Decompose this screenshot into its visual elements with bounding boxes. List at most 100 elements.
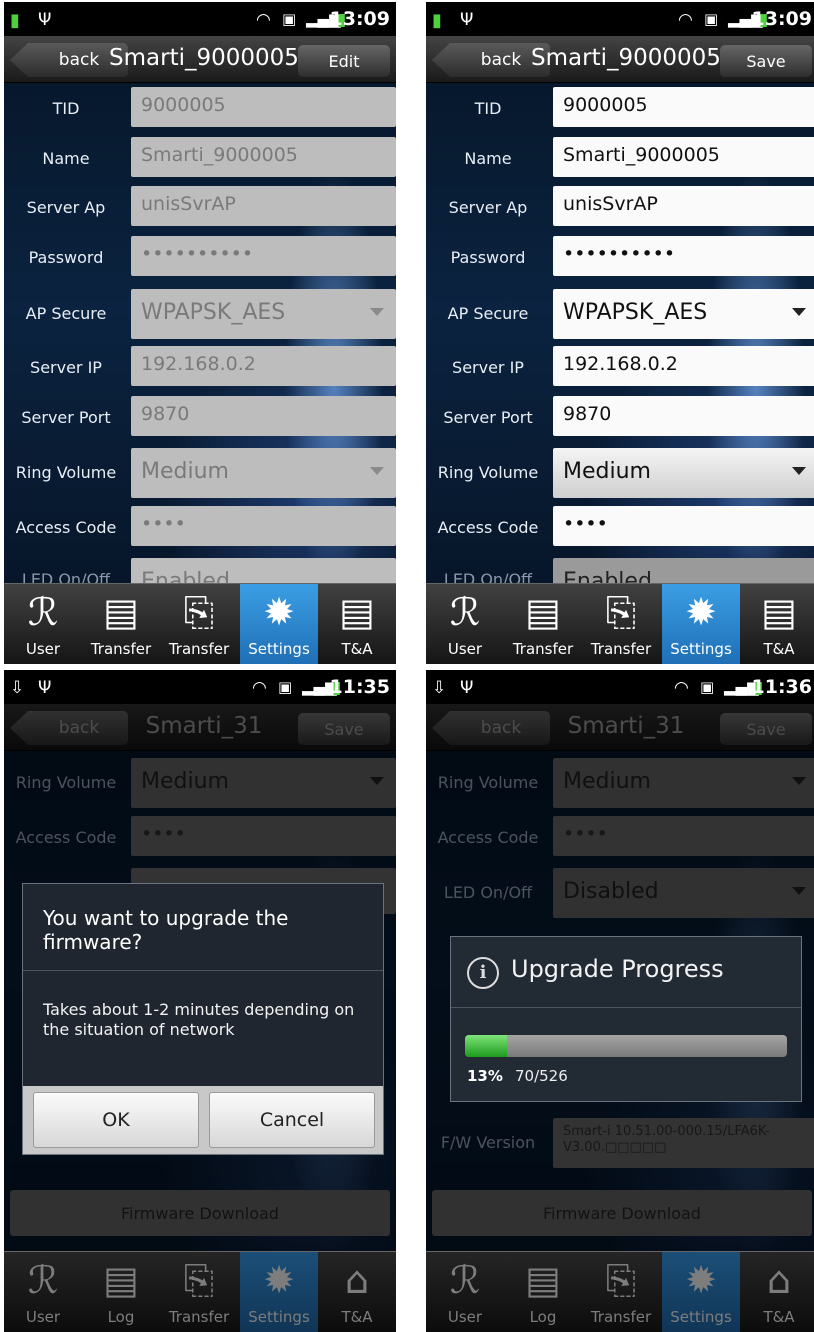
tid-field[interactable]: 9000005 <box>131 87 396 127</box>
field-label: TID <box>474 99 502 118</box>
select-value: WPAPSK_AES <box>141 300 286 325</box>
tab-label: T&A <box>341 1308 373 1326</box>
field-label: Ring Volume <box>437 463 539 482</box>
tab-log[interactable]: ▤ Log <box>82 1252 160 1332</box>
tab-transfer[interactable]: ▤ Transfer <box>82 584 160 664</box>
wifi-icon: ◠ <box>678 10 693 30</box>
field-row: Access Code •••• <box>426 506 814 550</box>
clock: 13:09 <box>751 8 812 30</box>
sim-icon: ▣ <box>278 678 293 696</box>
progress-bar-fill <box>465 1035 507 1057</box>
tab-label: Settings <box>248 1308 310 1326</box>
page-title: Smarti_9000005 <box>531 45 721 71</box>
server-ip-field[interactable]: 192.168.0.2 <box>131 346 396 386</box>
tab-user[interactable]: ℛ User <box>426 1252 504 1332</box>
select-value: WPAPSK_AES <box>563 300 708 325</box>
clock: 13:09 <box>329 8 390 30</box>
field-label: Server Port <box>21 408 111 427</box>
select-value: Medium <box>563 459 651 484</box>
tab-label: User <box>447 640 483 658</box>
tab-label: Transfer <box>90 640 152 658</box>
tab-ta[interactable]: ▤ T&A <box>740 584 814 664</box>
tab-log[interactable]: ▤ Log <box>504 1252 582 1332</box>
tab-ta[interactable]: ⌂ T&A <box>740 1252 814 1332</box>
wifi-icon: ◠ <box>674 678 689 698</box>
tab-user[interactable]: ℛ User <box>4 1252 82 1332</box>
tab-label: User <box>447 1308 483 1326</box>
password-field[interactable]: •••••••••• <box>131 236 396 276</box>
confirm-dialog: You want to upgrade the firmware? Takes … <box>22 883 384 1155</box>
usb-icon: Ψ <box>38 10 52 30</box>
tab-bar: ℛ User ▤ Transfer ⎘ Transfer ✹ Settings ▤ T&A <box>426 583 814 664</box>
edit-button[interactable]: Edit <box>298 45 390 77</box>
tab-user[interactable]: ℛ User <box>426 584 504 664</box>
house-icon: ⌂ <box>344 1258 370 1302</box>
ring-volume-select[interactable]: Medium <box>131 448 396 498</box>
tab-settings[interactable]: ✹ Settings <box>240 584 318 664</box>
password-field[interactable]: •••••••••• <box>553 236 814 276</box>
tab-label: User <box>25 1308 61 1326</box>
tab-transfer[interactable]: ⎘ Transfer <box>160 1252 238 1332</box>
field-label: TID <box>52 99 80 118</box>
page-title: Smarti_9000005 <box>109 45 299 71</box>
chevron-down-icon <box>370 308 384 316</box>
user-icon: ℛ <box>27 590 59 634</box>
access-code-field[interactable]: •••• <box>131 506 396 546</box>
field-row: Name Smarti_9000005 <box>426 137 814 181</box>
server-ap-field[interactable]: unisSvrAP <box>131 186 396 226</box>
field-row: Password •••••••••• <box>426 236 814 280</box>
cancel-button[interactable]: Cancel <box>209 1092 375 1148</box>
tab-transfer-2[interactable]: ⎘ Transfer <box>582 584 660 664</box>
house-icon: ⌂ <box>766 1258 792 1302</box>
ap-secure-select[interactable]: WPAPSK_AES <box>553 289 814 339</box>
tab-transfer-2[interactable]: ⎘ Transfer <box>160 584 238 664</box>
tab-ta[interactable]: ⌂ T&A <box>318 1252 396 1332</box>
field-label: AP Secure <box>25 304 107 323</box>
progress-dialog: i Upgrade Progress 13% 70/526 <box>450 936 802 1102</box>
document-icon: ▤ <box>761 590 797 634</box>
field-row: Password •••••••••• <box>4 236 396 280</box>
ap-secure-select[interactable]: WPAPSK_AES <box>131 289 396 339</box>
screen-upgrade-progress: ⇩ Ψ ◠ ▣ ▂▄▆ ▮ 11:36 back Smarti_31 Save … <box>426 670 814 1332</box>
folder-transfer-icon: ⎘ <box>183 1258 215 1302</box>
tab-settings[interactable]: ✹ Settings <box>662 1252 740 1332</box>
tab-settings[interactable]: ✹ Settings <box>240 1252 318 1332</box>
field-label: Name <box>42 149 90 168</box>
status-bar: ⇩ Ψ ◠ ▣ ▂▄▆ ▮ 11:35 <box>4 670 396 704</box>
field-label: Server IP <box>30 358 102 377</box>
status-bar: ⇩ Ψ ◠ ▣ ▂▄▆ ▮ 11:36 <box>426 670 814 704</box>
screen-edit-settings: ▮ Ψ ◠ ▣ ▂▄▆ ▮ 13:09 back Smarti_9000005 … <box>426 2 814 664</box>
name-field[interactable]: Smarti_9000005 <box>131 137 396 177</box>
field-row: Server IP 192.168.0.2 <box>4 346 396 390</box>
ok-button[interactable]: OK <box>33 1092 199 1148</box>
tid-field[interactable]: 9000005 <box>553 87 814 127</box>
gear-icon: ✹ <box>263 590 295 634</box>
tab-user[interactable]: ℛ User <box>4 584 82 664</box>
server-ip-field[interactable]: 192.168.0.2 <box>553 346 814 386</box>
tab-transfer[interactable]: ▤ Transfer <box>504 584 582 664</box>
server-port-field[interactable]: 9870 <box>553 396 814 436</box>
field-row: Server IP 192.168.0.2 <box>426 346 814 390</box>
ring-volume-select[interactable]: Medium <box>553 448 814 498</box>
server-ap-field[interactable]: unisSvrAP <box>553 186 814 226</box>
chevron-down-icon <box>792 467 806 475</box>
field-row: Access Code •••• <box>4 506 396 550</box>
tab-settings[interactable]: ✹ Settings <box>662 584 740 664</box>
screen-firmware-confirm: ⇩ Ψ ◠ ▣ ▂▄▆ ▮ 11:35 back Smarti_31 Save … <box>4 670 396 1332</box>
save-button[interactable]: Save <box>720 45 812 77</box>
name-field[interactable]: Smarti_9000005 <box>553 137 814 177</box>
field-row: Ring Volume Medium <box>4 448 396 498</box>
tab-transfer[interactable]: ⎘ Transfer <box>582 1252 660 1332</box>
field-label: Server Ap <box>26 198 106 217</box>
tab-ta[interactable]: ▤ T&A <box>318 584 396 664</box>
server-port-field[interactable]: 9870 <box>131 396 396 436</box>
field-label: Access Code <box>437 518 539 537</box>
field-label: Server Ap <box>448 198 528 217</box>
access-code-field[interactable]: •••• <box>553 506 814 546</box>
field-row: AP Secure WPAPSK_AES <box>4 289 396 339</box>
field-row: TID 9000005 <box>4 87 396 131</box>
tab-label: Transfer <box>168 640 230 658</box>
field-row: Server Ap unisSvrAP <box>4 186 396 230</box>
progress-title: Upgrade Progress <box>511 955 724 983</box>
tab-label: Transfer <box>168 1308 230 1326</box>
